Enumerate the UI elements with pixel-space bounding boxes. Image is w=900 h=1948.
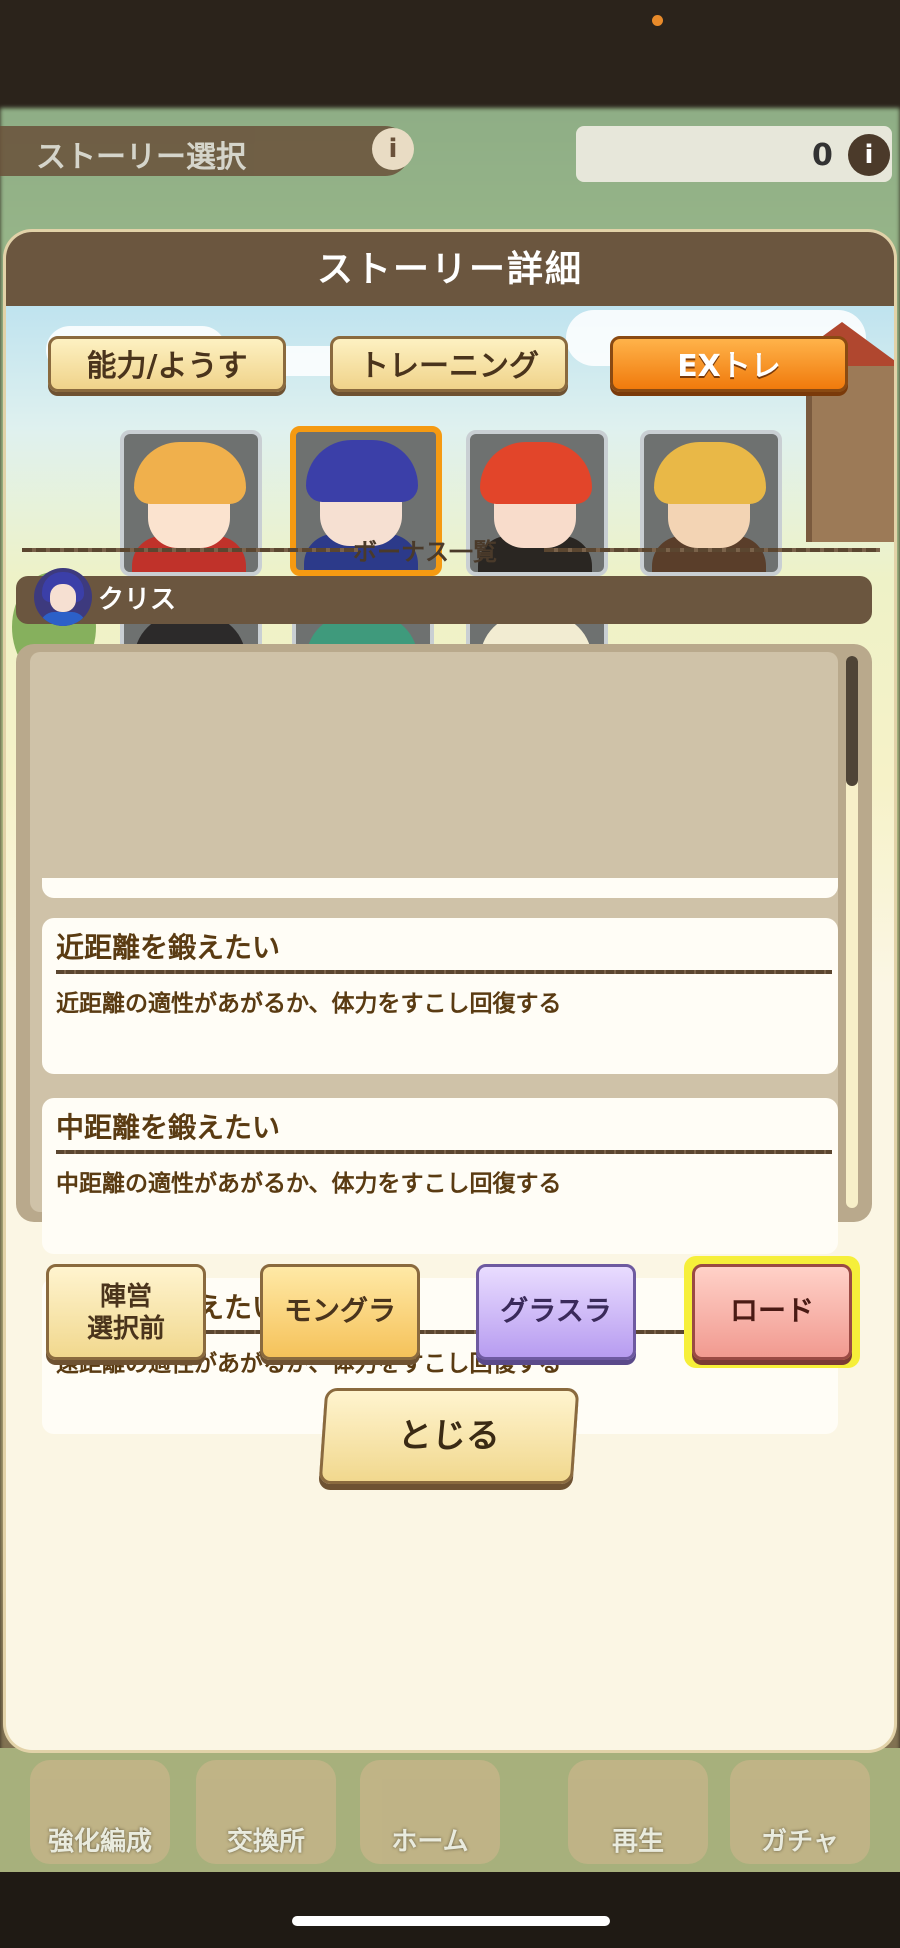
tab-ex-training[interactable]: EXトレ xyxy=(610,336,848,392)
selected-character-name: クリス xyxy=(98,585,177,615)
bonus-list-label: ボーナス一覧 xyxy=(353,538,497,566)
background-nav-item: ホーム xyxy=(360,1760,500,1864)
background-story-select-header: ストーリー選択 xyxy=(0,126,410,176)
portrait-hair xyxy=(134,442,246,504)
tab-training[interactable]: トレーニング xyxy=(330,336,568,392)
mongura-button[interactable]: モングラ xyxy=(260,1264,420,1360)
divider-right xyxy=(544,548,880,552)
bonus-title: 近距離を鍛えたい xyxy=(56,931,281,964)
selected-character-avatar xyxy=(34,568,92,626)
grasura-button[interactable]: グラスラ xyxy=(476,1264,636,1360)
bonus-title: 中距離を鍛えたい xyxy=(56,1111,281,1144)
modal-header: ストーリー詳細 xyxy=(6,232,894,306)
background-resource-bar xyxy=(576,126,892,182)
bonus-divider xyxy=(56,1150,832,1154)
background-nav-item: 交換所 xyxy=(196,1760,336,1864)
background-resource-count: 0 xyxy=(812,138,833,173)
status-bar xyxy=(0,0,900,108)
background-nav-item: 再生 xyxy=(568,1760,708,1864)
scrollbar-thumb[interactable] xyxy=(846,656,858,786)
character-portrait[interactable] xyxy=(640,430,782,576)
bottom-safe-area xyxy=(0,1872,900,1948)
camp-select-button[interactable]: 陣営 選択前 xyxy=(46,1264,206,1360)
recording-indicator-icon xyxy=(652,15,663,26)
background-story-select-title: ストーリー選択 xyxy=(36,140,246,175)
bonus-card: 近距離を鍛えたい近距離の適性があがるか、体力をすこし回復する xyxy=(42,918,838,1074)
load-button[interactable]: ロード xyxy=(692,1264,852,1360)
modal-title: ストーリー詳細 xyxy=(316,249,583,290)
background-nav-item: 強化編成 xyxy=(30,1760,170,1864)
portrait-hair xyxy=(306,440,418,502)
bonus-description: 近距離の適性があがるか、体力をすこし回復する xyxy=(56,991,562,1017)
character-portrait[interactable] xyxy=(120,430,262,576)
bonus-description: 中距離の適性があがるか、体力をすこし回復する xyxy=(56,1171,562,1197)
bonus-divider xyxy=(56,970,832,974)
bonus-card: 中距離を鍛えたい中距離の適性があがるか、体力をすこし回復する xyxy=(42,1098,838,1254)
bonus-card-partial xyxy=(42,878,838,898)
background-nav-item: ガチャ xyxy=(730,1760,870,1864)
tab-ability[interactable]: 能力/ようす xyxy=(48,336,286,392)
portrait-hair xyxy=(654,442,766,504)
home-indicator[interactable] xyxy=(292,1916,610,1926)
close-button[interactable]: とじる xyxy=(318,1388,580,1484)
background-info-icon: i xyxy=(372,128,414,170)
portrait-hair xyxy=(480,442,592,504)
background-resource-info-icon: i xyxy=(848,134,890,176)
